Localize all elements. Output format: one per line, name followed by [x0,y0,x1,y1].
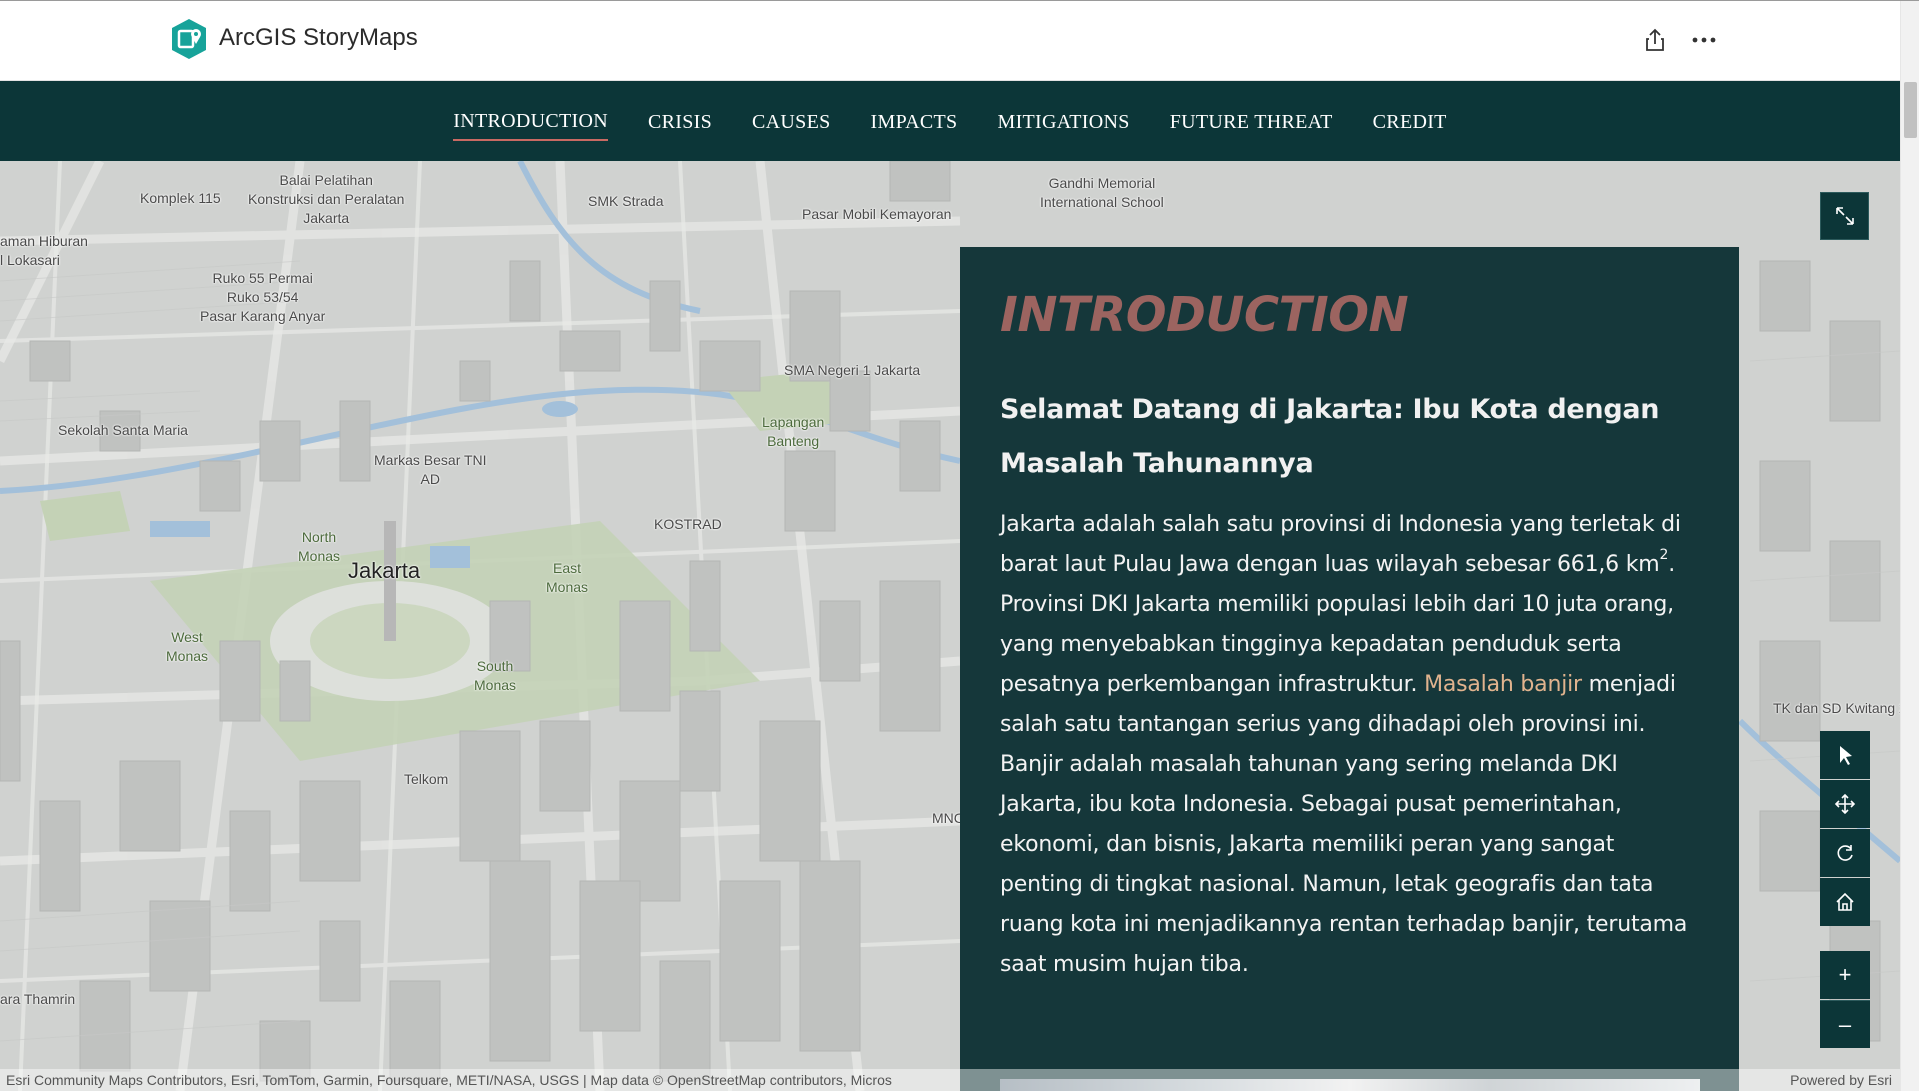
map-attribution: Esri Community Maps Contributors, Esri, … [0,1069,1900,1091]
storymaps-logo-icon[interactable] [170,18,208,60]
more-options-button[interactable] [1689,26,1719,54]
pan-tool-button[interactable] [1820,780,1870,828]
story-navigation: INTRODUCTION CRISIS CAUSES IMPACTS MITIG… [0,81,1900,161]
powered-by-esri[interactable]: Powered by Esri [1790,1069,1892,1091]
map-label-markas-tni[interactable]: Markas Besar TNI AD [374,451,487,489]
map-label-hiburan-text: aman Hiburan l Lokasari [0,233,88,268]
brand-title[interactable]: ArcGIS StoryMaps [219,24,418,52]
cursor-icon [1840,746,1852,765]
nav-item-mitigations[interactable]: MITIGATIONS [998,103,1130,140]
zoom-in-button[interactable]: + [1820,951,1870,999]
masalah-banjir-link[interactable]: Masalah banjir [1424,672,1582,697]
map-label-telkom[interactable]: Telkom [404,770,448,789]
map-label-lapangan-text: Lapangan Banteng [762,414,825,449]
map-label-markas-text: Markas Besar TNI AD [374,452,487,487]
nav-item-impacts[interactable]: IMPACTS [871,103,958,140]
map-label-east-monas[interactable]: East Monas [546,559,588,597]
rotate-icon [1837,845,1853,861]
map-label-kwitang[interactable]: TK dan SD Kwitang 2 [1773,699,1900,718]
map-label-north-monas[interactable]: North Monas [298,528,340,566]
map-label-smk-strada[interactable]: SMK Strada [588,192,663,211]
attribution-text[interactable]: Esri Community Maps Contributors, Esri, … [6,1072,892,1088]
page-scrollbar[interactable] [1900,0,1919,1091]
map-label-komplek[interactable]: Komplek 115 [140,189,221,208]
share-button[interactable] [1641,26,1669,56]
map-label-south-monas-text: South Monas [474,658,517,693]
map-label-taman-hiburan[interactable]: aman Hiburan l Lokasari [0,232,88,270]
map-label-pasar-mobil[interactable]: Pasar Mobil Kemayoran [802,205,951,224]
map-label-south-monas[interactable]: South Monas [474,657,516,695]
map-label-west-monas[interactable]: West Monas [166,628,208,666]
app-root: ArcGIS StoryMaps INTRODUCTION CRISIS CAU… [0,0,1919,1091]
map-label-sma-negeri[interactable]: SMA Negeri 1 Jakarta [784,361,920,380]
pan-icon [1834,793,1856,815]
map-label-ruko-text: Ruko 55 Permai Ruko 53/54 Pasar Karang A… [200,270,326,324]
zoom-out-button[interactable]: – [1820,1000,1870,1048]
expand-map-button[interactable] [1820,192,1869,240]
body-text-1: Jakarta adalah salah satu provinsi di In… [1000,512,1681,577]
window-top-border [0,0,1919,1]
nav-item-crisis[interactable]: CRISIS [648,103,712,140]
nav-item-credit[interactable]: CREDIT [1373,103,1447,140]
app-header: ArcGIS StoryMaps [0,0,1900,81]
map-label-east-monas-text: East Monas [546,560,589,595]
home-icon [1836,892,1854,911]
expand-icon [1835,207,1854,225]
map-label-balai-pelatihan[interactable]: Balai Pelatihan Konstruksi dan Peralatan… [248,171,404,228]
nav-item-introduction[interactable]: INTRODUCTION [453,102,608,141]
map-label-ruko[interactable]: Ruko 55 Permai Ruko 53/54 Pasar Karang A… [200,269,325,326]
scrollbar-thumb[interactable] [1904,82,1917,138]
nav-item-causes[interactable]: CAUSES [752,103,831,140]
map-label-gandhi-text: Gandhi Memorial International School [1040,175,1164,210]
section-heading: INTRODUCTION [1000,287,1409,343]
map-label-kostrad[interactable]: KOSTRAD [654,515,722,534]
section-body: Jakarta adalah salah satu provinsi di In… [1000,505,1699,985]
map-label-jakarta[interactable]: Jakarta [348,556,420,586]
map-label-balai-text: Balai Pelatihan Konstruksi dan Peralatan… [248,172,405,226]
select-tool-button[interactable] [1820,731,1870,779]
nav-list: INTRODUCTION CRISIS CAUSES IMPACTS MITIG… [0,81,1900,161]
body-text-3: menjadi salah satu tantangan serius yang… [1000,672,1688,977]
map-label-santa-maria[interactable]: Sekolah Santa Maria [58,421,188,440]
home-button[interactable] [1820,878,1870,926]
superscript: 2 [1659,547,1669,563]
section-subtitle: Selamat Datang di Jakarta: Ibu Kota deng… [1000,394,1660,479]
story-panel: INTRODUCTION Selamat Datang di Jakarta: … [960,247,1739,1091]
map-label-gandhi[interactable]: Gandhi Memorial International School [1040,174,1164,212]
map-label-thamrin[interactable]: ara Thamrin [0,990,75,1009]
map-label-north-monas-text: North Monas [298,529,341,564]
more-horizontal-icon [1692,37,1716,43]
map-label-lapangan-banteng[interactable]: Lapangan Banteng [762,413,824,451]
share-icon [1646,28,1664,51]
map-label-west-monas-text: West Monas [166,629,209,664]
rotate-tool-button[interactable] [1820,829,1870,877]
nav-item-future-threat[interactable]: FUTURE THREAT [1170,103,1333,140]
